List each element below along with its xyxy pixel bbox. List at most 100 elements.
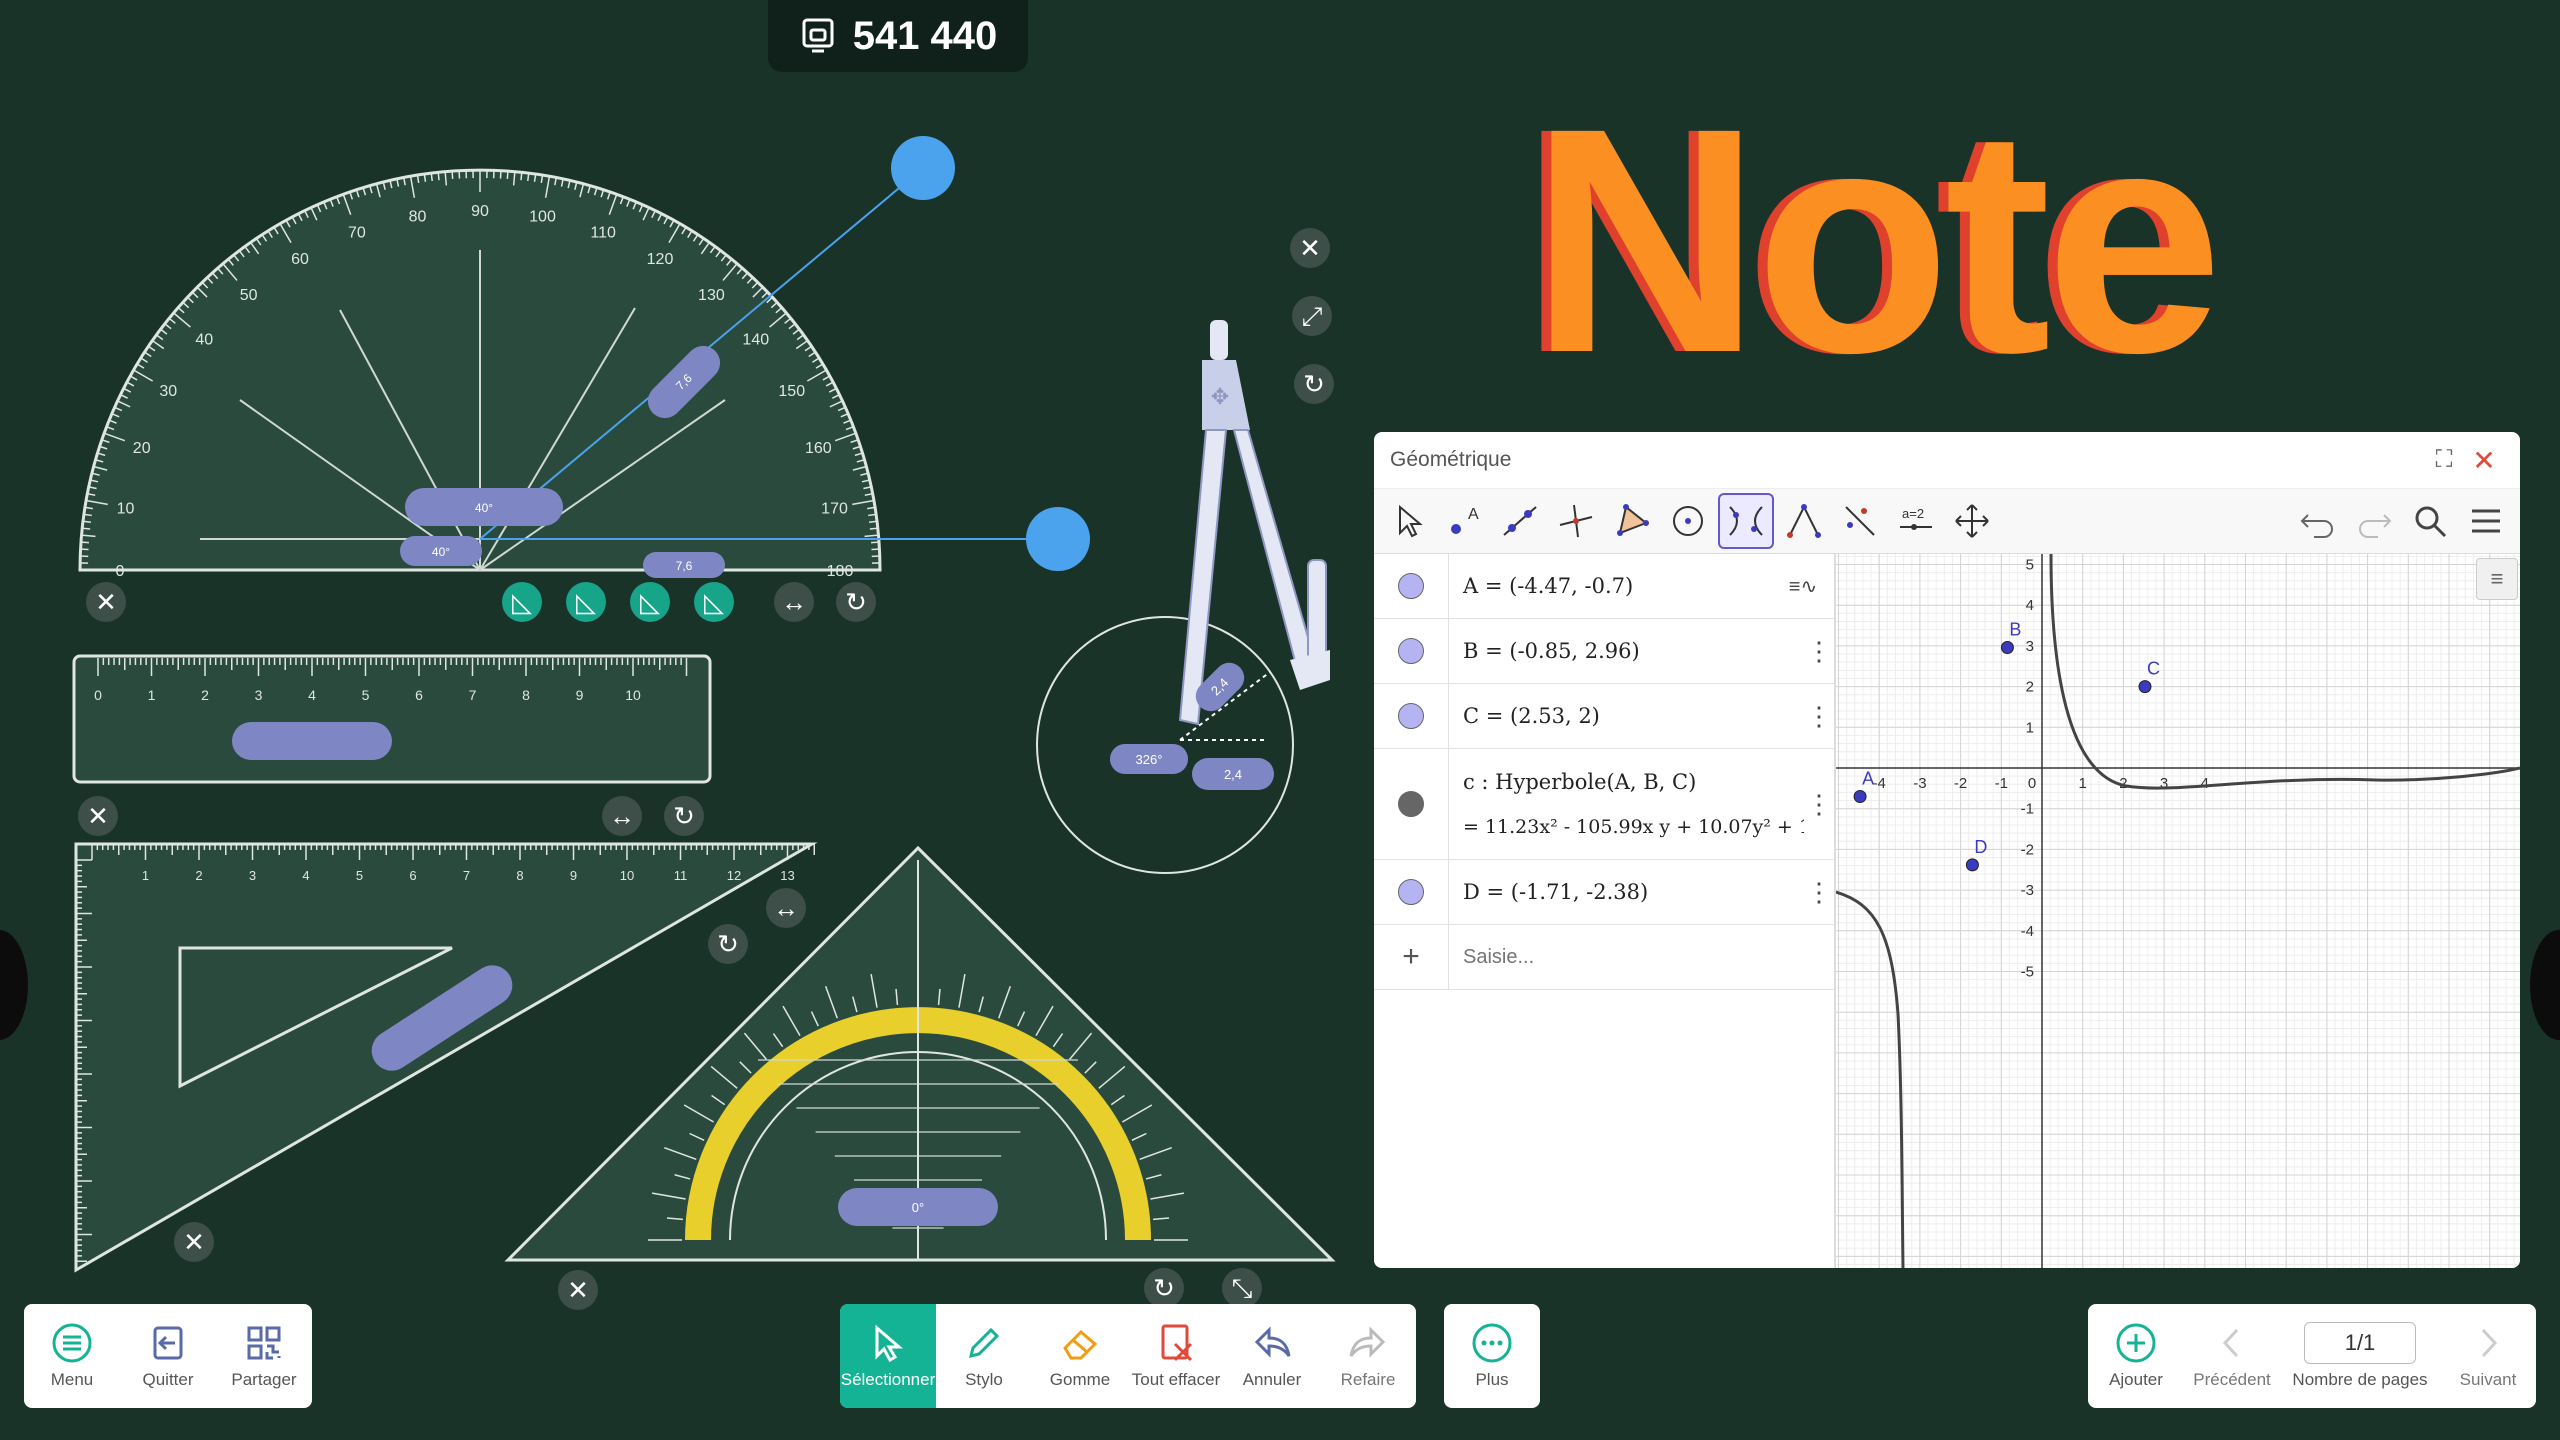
more-vertical-icon[interactable]: ⋮ <box>1804 789 1834 820</box>
slider-tool-icon[interactable]: a=2 <box>1890 495 1942 547</box>
algebra-style-icon[interactable]: ≡∿ <box>1772 574 1834 599</box>
compass-resize-button[interactable]: ⤢ <box>1292 296 1332 336</box>
more-button[interactable]: Plus <box>1444 1304 1540 1408</box>
line-tool-icon[interactable] <box>1494 495 1546 547</box>
ruler-rotate-button[interactable]: ↻ <box>664 796 704 836</box>
eraser-icon <box>1063 1329 1098 1360</box>
geo-triangle-close-button[interactable]: ✕ <box>558 1270 598 1310</box>
hamburger-menu-icon[interactable] <box>2460 495 2512 547</box>
protractor-mode-button-3[interactable]: ◺ <box>630 582 670 622</box>
session-code: 541 440 <box>852 13 998 58</box>
ruler-tick-label: 0 <box>94 687 102 703</box>
redo-button[interactable]: Refaire <box>1320 1304 1416 1408</box>
visibility-toggle[interactable] <box>1398 879 1424 905</box>
pen-button[interactable]: Stylo <box>936 1304 1032 1408</box>
algebra-row[interactable]: c : Hyperbole(A, B, C) = 11.23x² - 105.9… <box>1374 749 1834 860</box>
protractor-tick-label: 50 <box>240 287 258 304</box>
move-tool-icon[interactable] <box>1382 495 1434 547</box>
bottom-left-toolbar: Menu Quitter Partager <box>24 1304 312 1408</box>
protractor-tick-label: 160 <box>805 440 832 457</box>
redo-icon[interactable] <box>2348 495 2400 547</box>
previous-page-button[interactable]: Précédent <box>2184 1304 2280 1408</box>
graphics-style-icon[interactable]: ≡ <box>2476 558 2518 600</box>
close-icon[interactable]: ✕ <box>2464 444 2504 477</box>
undo-icon[interactable] <box>2292 495 2344 547</box>
undo-icon <box>1254 1326 1291 1358</box>
more-vertical-icon[interactable]: ⋮ <box>1804 877 1834 908</box>
reflect-tool-icon[interactable] <box>1834 495 1886 547</box>
select-label: Sélectionner <box>840 1370 936 1389</box>
protractor-rotate-button[interactable]: ↻ <box>836 582 876 622</box>
algebra-row[interactable]: B = (-0.85, 2.96) ⋮ <box>1374 619 1834 684</box>
share-button[interactable]: Partager <box>216 1304 312 1408</box>
geometry-title-bar: Géométrique ⛶ ✕ <box>1374 432 2520 489</box>
ruler-tick-label: 10 <box>625 687 641 703</box>
perpendicular-tool-icon[interactable] <box>1550 495 1602 547</box>
y-tick-label: 3 <box>2026 638 2034 655</box>
algebra-value[interactable]: C = (2.53, 2) <box>1449 704 1804 728</box>
ruler[interactable]: 0 1 2 3 4 5 6 7 8 9 10 <box>72 654 714 786</box>
protractor-close-button[interactable]: ✕ <box>86 582 126 622</box>
geo-triangle-rotate-button[interactable]: ↻ <box>1144 1268 1184 1308</box>
y-tick-label: -3 <box>2021 882 2034 899</box>
point-tool-icon[interactable]: A <box>1438 495 1490 547</box>
page-count[interactable]: 1/1 Nombre de pages <box>2280 1304 2440 1408</box>
visibility-toggle[interactable] <box>1398 638 1424 664</box>
protractor-mode-button-2[interactable]: ◺ <box>566 582 606 622</box>
circle-tool-icon[interactable] <box>1662 495 1714 547</box>
protractor-mode-button-1[interactable]: ◺ <box>502 582 542 622</box>
conic-tool-icon[interactable] <box>1718 493 1774 549</box>
select-button[interactable]: Sélectionner <box>840 1304 936 1408</box>
page-indicator[interactable]: 1/1 <box>2304 1322 2416 1364</box>
eraser-button[interactable]: Gomme <box>1032 1304 1128 1408</box>
compass-rotate-button[interactable]: ↻ <box>1294 364 1334 404</box>
set-square-close-button[interactable]: ✕ <box>174 1222 214 1262</box>
visibility-toggle[interactable] <box>1398 703 1424 729</box>
x-tick-label: -1 <box>1995 775 2008 792</box>
add-icon[interactable]: + <box>1374 925 1449 989</box>
rotate-icon: ↻ <box>1153 1273 1175 1303</box>
angle-handle-top[interactable] <box>891 136 955 200</box>
algebra-value[interactable]: A = (-4.47, -0.7) <box>1449 574 1772 598</box>
algebra-value[interactable]: D = (-1.71, -2.38) <box>1449 880 1804 904</box>
algebra-input-row[interactable]: + <box>1374 925 1834 990</box>
menu-button[interactable]: Menu <box>24 1304 120 1408</box>
algebra-input[interactable] <box>1461 944 1834 970</box>
next-page-button[interactable]: Suivant <box>2440 1304 2536 1408</box>
protractor-mode-button-4[interactable]: ◺ <box>694 582 734 622</box>
protractor[interactable]: 0 10 20 30 40 50 60 70 80 90 100 110 120 130 140 150 160… <box>70 130 1110 610</box>
visibility-toggle[interactable] <box>1398 791 1424 817</box>
geometry-window[interactable]: Géométrique ⛶ ✕ A a=2 A = (-4.47, -0.7) … <box>1374 432 2520 1268</box>
geo-triangle[interactable]: 0° <box>500 840 1340 1268</box>
fullscreen-icon[interactable]: ⛶ <box>2424 446 2464 474</box>
y-tick-label: -2 <box>2021 841 2034 858</box>
graphics-view[interactable]: -4 -3 -2 -1 0 1 2 3 4 5 4 3 2 1 -1 -2 -3 -4 -5 ABCD ≡ <box>1835 553 2520 1268</box>
quit-button[interactable]: Quitter <box>120 1304 216 1408</box>
algebra-row[interactable]: D = (-1.71, -2.38) ⋮ <box>1374 860 1834 925</box>
algebra-value[interactable]: c : Hyperbole(A, B, C) <box>1449 770 1804 816</box>
polygon-tool-icon[interactable] <box>1606 495 1658 547</box>
more-vertical-icon[interactable]: ⋮ <box>1804 701 1834 732</box>
y-tick-label: 5 <box>2026 557 2034 574</box>
more-vertical-icon[interactable]: ⋮ <box>1804 636 1834 667</box>
undo-button[interactable]: Annuler <box>1224 1304 1320 1408</box>
protractor-flip-button[interactable]: ↔ <box>774 582 814 622</box>
ruler-close-button[interactable]: ✕ <box>78 796 118 836</box>
left-edge-handle[interactable] <box>0 930 28 1040</box>
search-icon[interactable] <box>2404 495 2456 547</box>
ruler-handle[interactable] <box>232 722 392 760</box>
visibility-toggle[interactable] <box>1398 573 1424 599</box>
right-edge-handle[interactable] <box>2530 930 2560 1040</box>
algebra-row[interactable]: A = (-4.47, -0.7) ≡∿ <box>1374 554 1834 619</box>
clear-all-button[interactable]: Tout effacer <box>1128 1304 1224 1408</box>
pan-tool-icon[interactable] <box>1946 495 1998 547</box>
add-page-button[interactable]: Ajouter <box>2088 1304 2184 1408</box>
angle-tool-icon[interactable] <box>1778 495 1830 547</box>
compass-close-button[interactable]: ✕ <box>1290 228 1330 268</box>
algebra-value[interactable]: B = (-0.85, 2.96) <box>1449 639 1804 663</box>
ruler-flip-button[interactable]: ↔ <box>602 796 642 836</box>
algebra-row[interactable]: C = (2.53, 2) ⋮ <box>1374 684 1834 749</box>
geo-triangle-resize-button[interactable]: ⤡ <box>1222 1268 1262 1308</box>
y-tick-label: -1 <box>2021 801 2034 818</box>
point-label-C: C <box>2147 659 2160 679</box>
